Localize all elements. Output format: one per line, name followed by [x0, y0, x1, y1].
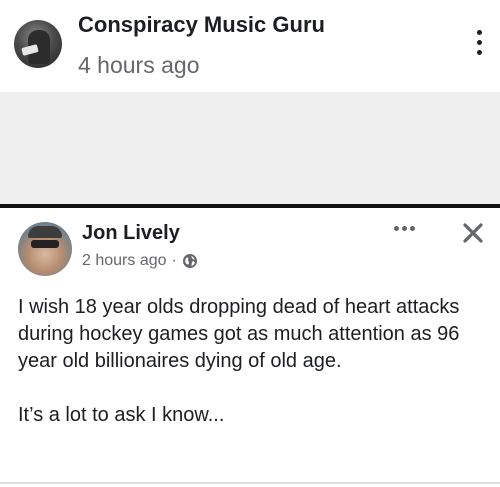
- author-avatar[interactable]: [14, 20, 62, 68]
- avatar-glasses: [31, 240, 59, 248]
- embedded-post-screenshot: Jon Lively 2 hours ago · I wish 18 year …: [0, 204, 500, 487]
- post-paragraph-1: I wish 18 year olds dropping dead of hea…: [18, 296, 460, 372]
- media-gap: [0, 92, 500, 204]
- globe-icon: [182, 254, 197, 268]
- author-name[interactable]: Conspiracy Music Guru: [78, 12, 325, 38]
- embedded-post-meta: 2 hours ago ·: [82, 252, 198, 270]
- embedded-author-avatar: [18, 222, 72, 276]
- more-vertical-icon[interactable]: [470, 30, 488, 60]
- embedded-post-timestamp: 2 hours ago: [82, 252, 167, 269]
- embedded-post-text: I wish 18 year olds dropping dead of hea…: [18, 294, 488, 429]
- post-header: Conspiracy Music Guru 4 hours ago: [0, 0, 500, 92]
- close-icon: [463, 223, 483, 243]
- post-timestamp[interactable]: 4 hours ago: [78, 52, 199, 79]
- avatar-cap: [28, 226, 62, 238]
- meta-separator: ·: [171, 252, 177, 269]
- post-paragraph-2: It’s a lot to ask I know...: [18, 404, 225, 426]
- divider: [0, 482, 500, 484]
- more-horizontal-icon: [394, 226, 415, 231]
- embedded-author-name: Jon Lively: [82, 222, 180, 244]
